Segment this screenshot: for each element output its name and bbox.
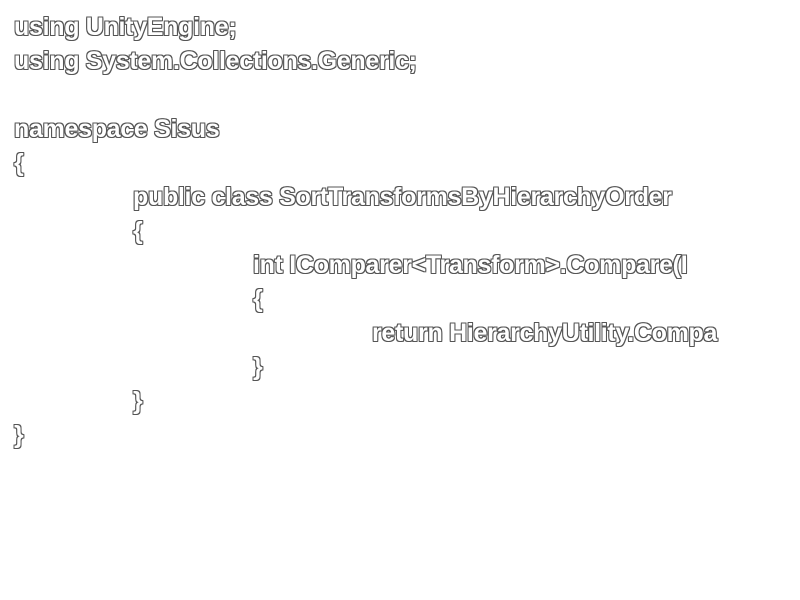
code-line-class-open-brace: { [133,217,143,245]
code-line-namespace: namespace Sisus [14,115,220,143]
code-line-return-statement: return HierarchyUtility.Compa [372,319,718,347]
code-line-method-open-brace: { [253,285,263,313]
code-line-namespace-open-brace: { [14,149,24,177]
code-line-class-close-brace: } [133,387,143,415]
code-line-method-signature: int IComparer<Transform>.Compare(I [253,251,688,279]
code-line-class-declaration: public class SortTransformsByHierarchyOr… [133,183,672,211]
code-canvas: using UnityEngine; using System.Collecti… [0,0,800,600]
code-line-namespace-close-brace: } [14,421,24,449]
code-line-method-close-brace: } [253,353,263,381]
code-line-using-unityengine: using UnityEngine; [14,13,237,41]
code-line-using-collections: using System.Collections.Generic; [14,47,417,75]
